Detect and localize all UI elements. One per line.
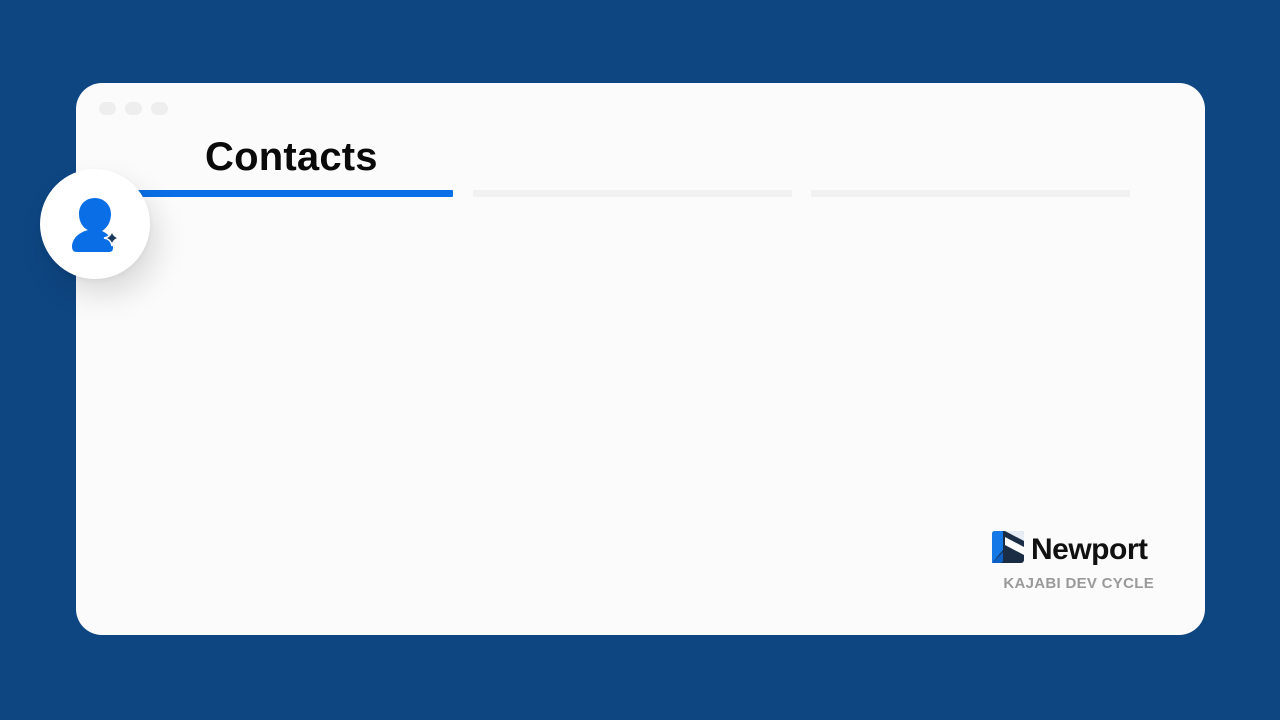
brand-block: Newport KAJABI DEV CYCLE xyxy=(992,531,1154,592)
app-window: Contacts Newport KAJABI DEV CYCLE xyxy=(76,83,1205,635)
window-dot-close[interactable] xyxy=(99,102,116,115)
window-controls xyxy=(99,102,168,115)
step-indicator-2 xyxy=(473,190,792,197)
brand-name: Newport xyxy=(1031,532,1148,566)
brand-subtitle: KAJABI DEV CYCLE xyxy=(1003,575,1154,592)
contact-avatar-badge xyxy=(40,169,150,279)
page-title: Contacts xyxy=(205,135,378,179)
window-dot-maximize[interactable] xyxy=(151,102,168,115)
step-indicator-3 xyxy=(811,190,1130,197)
step-indicator-1-active xyxy=(136,190,453,197)
newport-logo-icon xyxy=(992,531,1024,568)
window-dot-minimize[interactable] xyxy=(125,102,142,115)
